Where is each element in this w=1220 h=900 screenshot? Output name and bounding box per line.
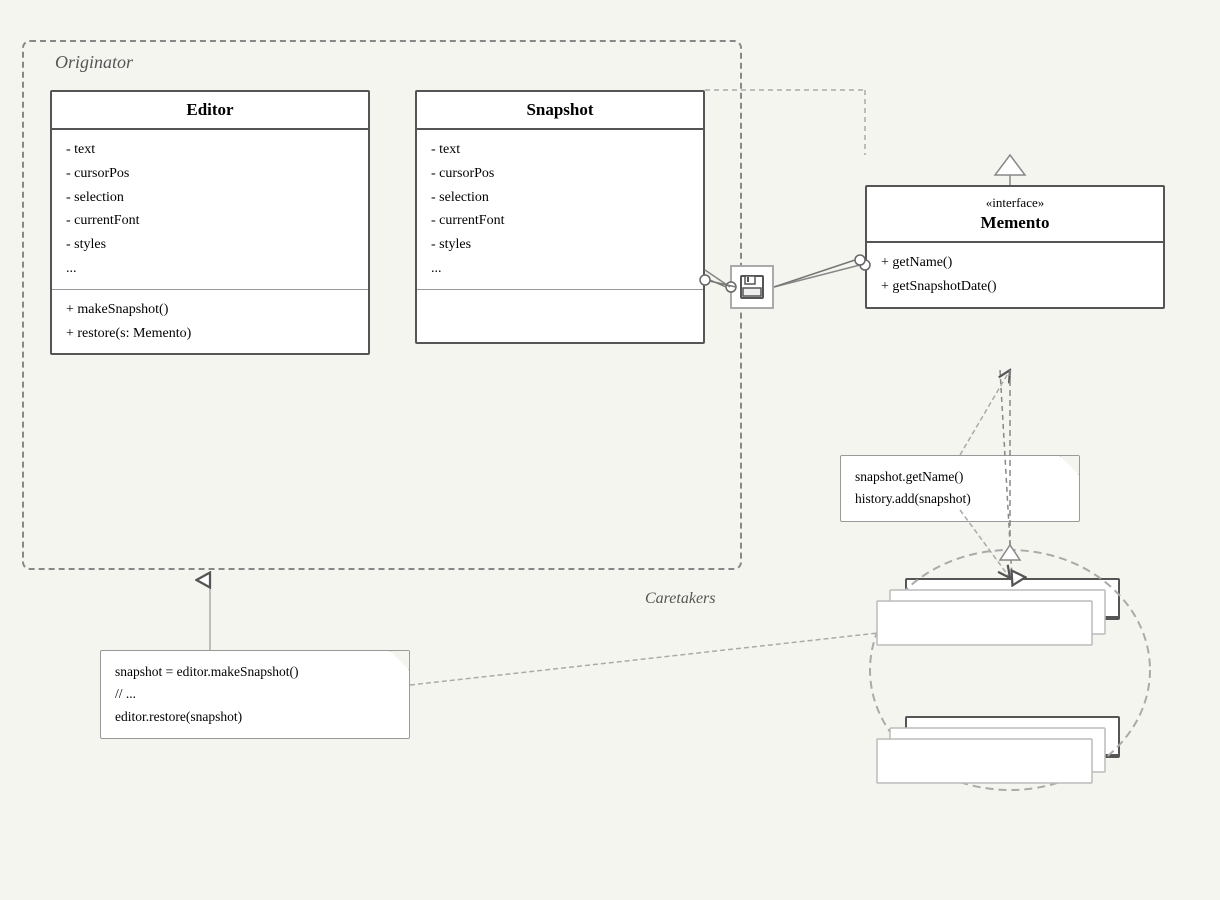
editor-title: Editor [52, 92, 368, 130]
snapshot-attributes: - text - cursorPos - selection - current… [417, 130, 703, 290]
memento-title: Memento [981, 213, 1050, 232]
snapshot-title: Snapshot [417, 92, 703, 130]
history-class: History [905, 578, 1120, 620]
snapshot-class: Snapshot - text - cursorPos - selection … [415, 90, 705, 344]
command-title: Command [907, 718, 1118, 756]
editor-attributes: - text - cursorPos - selection - current… [52, 130, 368, 290]
command-class: Command [905, 716, 1120, 758]
caretakers-label: Caretakers [645, 590, 716, 608]
originator-label: Originator [55, 52, 133, 73]
snapshot-methods [417, 290, 703, 342]
memento-class: «interface» Memento + getName() + getSna… [865, 185, 1165, 309]
editor-methods: + makeSnapshot() + restore(s: Memento) [52, 290, 368, 354]
history-title: History [907, 580, 1118, 618]
memento-stereotype: «interface» [879, 195, 1151, 211]
memento-header: «interface» Memento [867, 187, 1163, 243]
editor-class: Editor - text - cursorPos - selection - … [50, 90, 370, 355]
note2: snapshot = editor.makeSnapshot() // ... … [100, 650, 410, 739]
memento-methods: + getName() + getSnapshotDate() [867, 243, 1163, 307]
note1: snapshot.getName() history.add(snapshot) [840, 455, 1080, 522]
floppy-icon [730, 265, 774, 309]
